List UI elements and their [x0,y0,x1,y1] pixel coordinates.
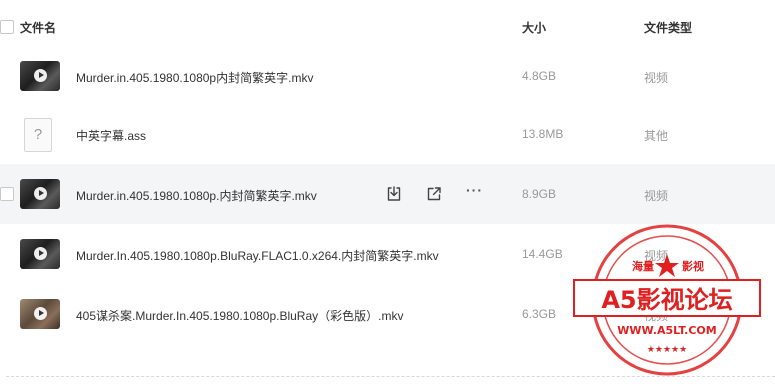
watermark-stars-decor: ★★★★★ [647,345,687,355]
row-checkbox[interactable] [0,187,14,201]
file-size: 6.3GB [522,307,557,321]
download-icon[interactable] [385,185,403,203]
unknown-file-icon: ? [24,118,52,152]
select-all-checkbox[interactable] [0,20,14,34]
file-list-header: 文件名 大小 文件类型 [0,0,775,52]
file-size: 13.8MB [522,127,564,141]
file-name[interactable]: Murder.in.405.1980.1080p内封简繁英字.mkv [76,69,313,86]
video-thumbnail-icon [20,179,60,209]
file-name[interactable]: 405谋杀案.Murder.In.405.1980.1080p.BluRay（彩… [76,307,403,324]
play-icon [34,307,47,320]
video-thumbnail-icon [20,61,60,91]
more-options-icon[interactable]: ··· [466,182,484,200]
file-type: 视频 [644,71,669,85]
column-header-type[interactable]: 文件类型 [644,19,692,36]
watermark-stamp: 海量 影视 A5影视论坛 WWW.A5LT.COM ★★★★★ [572,222,762,378]
play-icon [34,187,47,200]
video-thumbnail-icon [20,239,60,269]
play-icon [34,247,47,260]
file-type: 视频 [644,189,669,203]
file-name[interactable]: Murder.In.405.1980.1080p.BluRay.FLAC1.0.… [76,247,439,264]
file-size: 4.8GB [522,69,557,83]
file-size: 8.9GB [522,187,557,201]
watermark-top-left: 海量 [632,259,654,273]
watermark-main-text: A5影视论坛 [601,286,732,314]
play-icon [34,69,47,82]
file-row[interactable]: Murder.in.405.1980.1080p内封简繁英字.mkv 4.8GB… [0,46,775,106]
file-type: 其他 [644,129,669,143]
column-header-size[interactable]: 大小 [522,19,546,36]
video-thumbnail-icon [20,299,60,329]
file-row[interactable]: Murder.in.405.1980.1080p.内封简繁英字.mkv ··· … [0,164,775,224]
share-icon[interactable] [425,185,443,203]
file-name[interactable]: 中英字幕.ass [76,127,146,144]
file-size: 14.4GB [522,247,563,261]
file-row[interactable]: ? 中英字幕.ass 13.8MB 其他 [0,104,775,164]
watermark-url: WWW.A5LT.COM [617,324,716,337]
column-header-name[interactable]: 文件名 [20,19,56,36]
file-name[interactable]: Murder.in.405.1980.1080p.内封简繁英字.mkv [76,187,317,204]
watermark-top-right: 影视 [682,259,704,273]
